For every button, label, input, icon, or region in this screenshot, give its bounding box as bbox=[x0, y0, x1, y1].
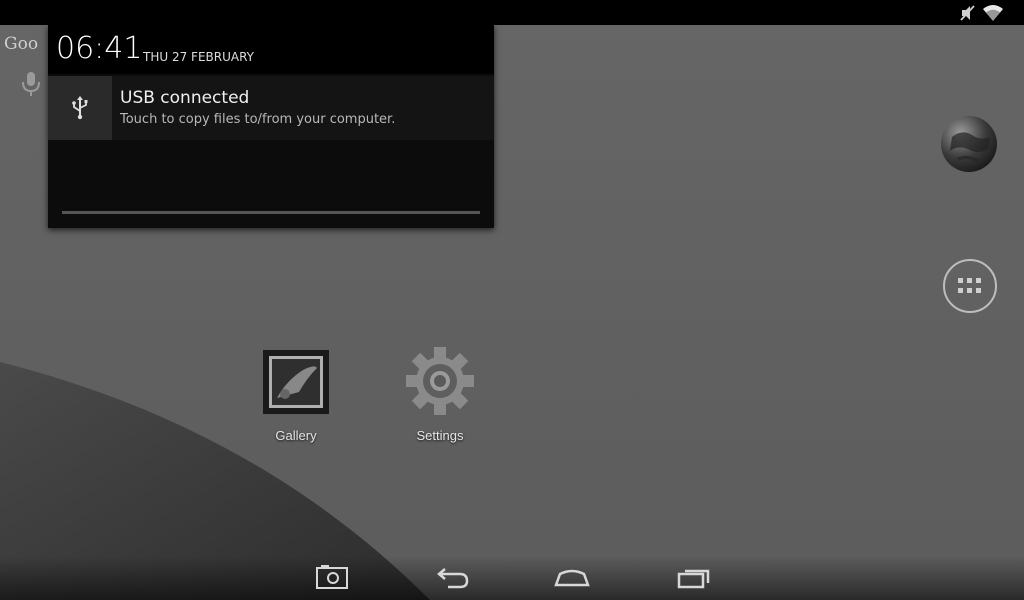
back-icon[interactable] bbox=[430, 562, 474, 594]
notification-title: USB connected bbox=[120, 88, 250, 108]
app-settings[interactable]: Settings bbox=[390, 345, 490, 445]
google-search-hint[interactable]: Goo bbox=[4, 34, 38, 54]
shade-drag-handle[interactable] bbox=[62, 211, 480, 214]
mic-icon[interactable] bbox=[20, 70, 42, 98]
navigation-bar bbox=[0, 556, 1024, 600]
usb-icon bbox=[72, 96, 88, 120]
home-icon[interactable] bbox=[550, 562, 594, 594]
screenshot-icon[interactable] bbox=[310, 562, 354, 594]
notification-shade[interactable]: 06:41 THU 27 FEBRUARY USB connected Touc… bbox=[48, 25, 494, 228]
wifi-icon bbox=[983, 5, 1003, 21]
notification-usb[interactable]: USB connected Touch to copy files to/fro… bbox=[48, 76, 494, 140]
home-screen: Goo Gallery Settings 06:41 THU 27 FEBRUA… bbox=[0, 0, 1024, 600]
app-label: Gallery bbox=[275, 428, 317, 443]
status-bar[interactable] bbox=[0, 0, 1024, 25]
gallery-icon bbox=[263, 350, 329, 414]
app-label: Settings bbox=[416, 428, 464, 443]
date: THU 27 FEBRUARY bbox=[143, 50, 254, 64]
recent-apps-icon[interactable] bbox=[671, 562, 715, 594]
gear-icon bbox=[406, 347, 474, 415]
volume-muted-icon bbox=[960, 5, 975, 21]
all-apps-grid-icon[interactable] bbox=[942, 258, 998, 314]
notification-text: Touch to copy files to/from your compute… bbox=[120, 112, 396, 127]
clock: 06:41 bbox=[56, 31, 143, 66]
app-gallery[interactable]: Gallery bbox=[246, 350, 346, 450]
shade-header: 06:41 THU 27 FEBRUARY bbox=[48, 25, 494, 74]
notification-icon-box bbox=[48, 76, 112, 140]
browser-globe-icon[interactable] bbox=[940, 115, 998, 173]
